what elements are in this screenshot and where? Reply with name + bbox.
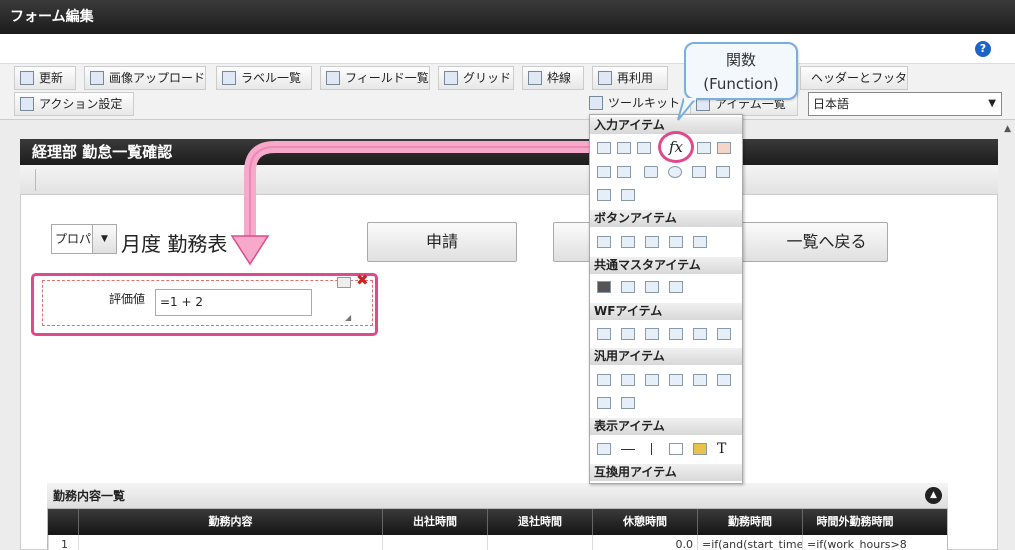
back-icon[interactable] bbox=[645, 236, 659, 248]
header-icon[interactable] bbox=[597, 443, 611, 455]
section-general-items: 汎用アイテム bbox=[590, 348, 742, 365]
section-wf-items: WFアイテム bbox=[590, 303, 742, 320]
drag-arrow bbox=[230, 141, 658, 266]
image-icon[interactable] bbox=[693, 443, 707, 455]
section-button-items: ボタンアイテム bbox=[590, 210, 742, 227]
input-item-icon[interactable] bbox=[597, 142, 611, 154]
button-item-icon[interactable] bbox=[597, 236, 611, 248]
clipboard-icon[interactable] bbox=[597, 328, 611, 340]
section-input-items: 入力アイテム bbox=[590, 117, 742, 134]
column-header: 時間外勤務時間 bbox=[802, 509, 907, 535]
file-upload-icon[interactable] bbox=[693, 374, 707, 386]
function-callout: 関数 (Function) bbox=[684, 42, 798, 100]
calendar-icon[interactable] bbox=[717, 142, 731, 154]
user-icon[interactable] bbox=[597, 281, 611, 293]
attachment-icon[interactable] bbox=[621, 328, 635, 340]
radio-icon[interactable] bbox=[668, 166, 682, 178]
column-header: 勤務時間 bbox=[697, 509, 802, 535]
table-cell[interactable] bbox=[487, 535, 592, 550]
input-item-icon[interactable] bbox=[617, 166, 631, 178]
lightbulb-icon[interactable] bbox=[669, 374, 683, 386]
column-header: 出社時間 bbox=[382, 509, 487, 535]
column-header: 退社時間 bbox=[487, 509, 592, 535]
stamp-icon[interactable] bbox=[717, 328, 731, 340]
organization-icon[interactable] bbox=[669, 281, 683, 293]
input-item-icon[interactable] bbox=[637, 142, 651, 154]
column-header: 勤務内容 bbox=[78, 509, 382, 535]
checkbox-icon[interactable] bbox=[644, 166, 658, 178]
text-icon[interactable] bbox=[597, 374, 611, 386]
text-icon[interactable]: T bbox=[717, 442, 731, 456]
select-icon[interactable] bbox=[692, 166, 706, 178]
forward-icon[interactable] bbox=[693, 236, 707, 248]
column-header: 休憩時間 bbox=[592, 509, 697, 535]
image-icon[interactable] bbox=[621, 397, 635, 409]
input-item-icon[interactable] bbox=[597, 166, 611, 178]
building-icon[interactable] bbox=[621, 281, 635, 293]
table-cell[interactable]: =if(work_hours>8 bbox=[802, 535, 907, 550]
table-cell[interactable]: 0.0 bbox=[592, 535, 697, 550]
table-cell[interactable] bbox=[382, 535, 487, 550]
table-icon[interactable] bbox=[621, 189, 635, 201]
table-cell[interactable] bbox=[78, 535, 382, 550]
table-cell[interactable]: =if(and(start_time> bbox=[697, 535, 802, 550]
list-icon[interactable] bbox=[716, 166, 730, 178]
section-display-items: 表示アイテム bbox=[590, 418, 742, 435]
collapse-icon[interactable]: ▲ bbox=[925, 487, 942, 504]
section-common-master-items: 共通マスタアイテム bbox=[590, 257, 742, 274]
file-download-icon[interactable] bbox=[717, 374, 731, 386]
camera-icon[interactable] bbox=[645, 374, 659, 386]
callout-pointer bbox=[677, 98, 698, 121]
function-icon[interactable]: fx bbox=[658, 131, 694, 163]
calendar-icon[interactable] bbox=[697, 142, 711, 154]
panel-icon[interactable] bbox=[597, 397, 611, 409]
vertical-line-icon[interactable] bbox=[651, 443, 652, 455]
row-number: 1 bbox=[48, 535, 78, 550]
callout-title: 関数 bbox=[725, 51, 756, 69]
horizontal-line-icon[interactable] bbox=[621, 449, 635, 450]
upload-icon[interactable] bbox=[597, 189, 611, 201]
back-icon[interactable] bbox=[669, 236, 683, 248]
table-title: 勤務内容一覧 bbox=[47, 483, 948, 509]
image-icon[interactable] bbox=[645, 328, 659, 340]
callout-subtitle: (Function) bbox=[703, 75, 779, 93]
box-icon[interactable] bbox=[669, 443, 683, 455]
user-search-icon[interactable] bbox=[693, 328, 707, 340]
note-icon[interactable] bbox=[621, 374, 635, 386]
section-compat-items: 互換用アイテム bbox=[590, 464, 742, 481]
forward-icon[interactable] bbox=[621, 236, 635, 248]
document-icon[interactable] bbox=[669, 328, 683, 340]
input-item-icon[interactable] bbox=[617, 142, 631, 154]
group-icon[interactable] bbox=[645, 281, 659, 293]
